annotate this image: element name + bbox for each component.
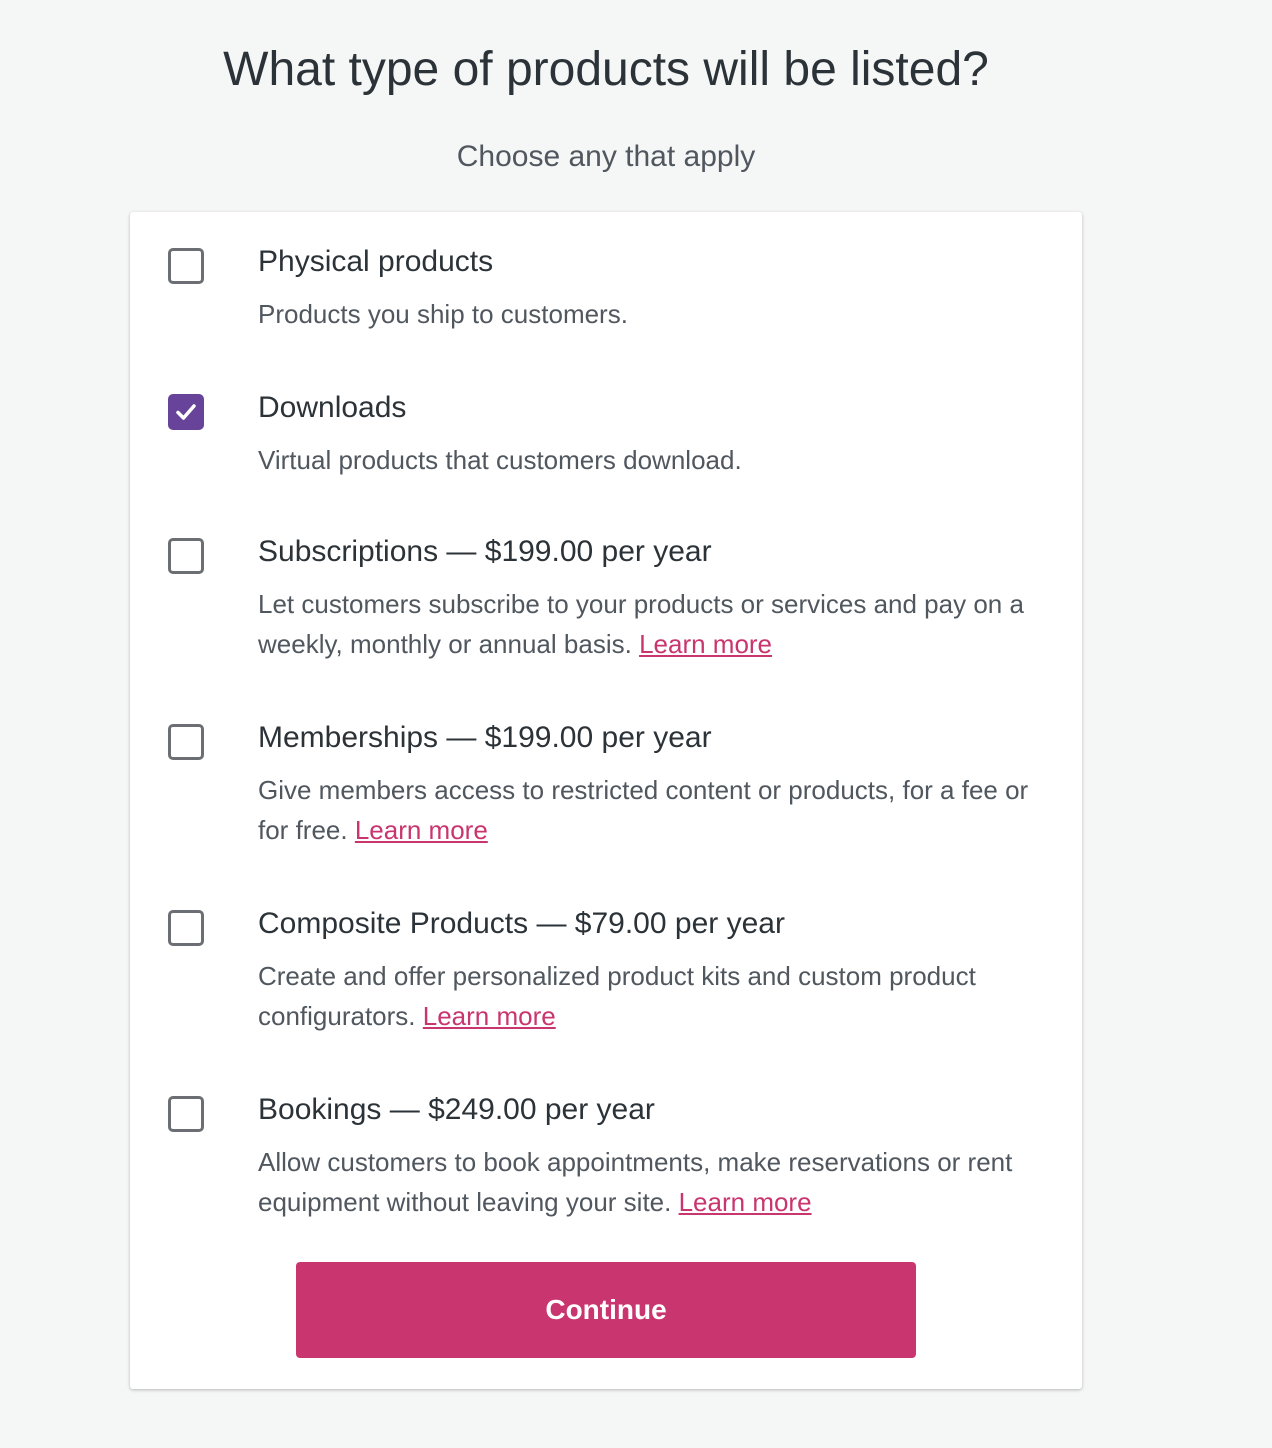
continue-button[interactable]: Continue bbox=[296, 1262, 916, 1358]
product-types-card: Physical products Products you ship to c… bbox=[130, 212, 1082, 1389]
learn-more-link-composite-products[interactable]: Learn more bbox=[423, 1001, 556, 1031]
option-title: Composite Products — $79.00 per year bbox=[258, 907, 785, 940]
option-title: Bookings — $249.00 per year bbox=[258, 1093, 655, 1126]
option-title: Memberships — $199.00 per year bbox=[258, 721, 712, 754]
learn-more-link-subscriptions[interactable]: Learn more bbox=[639, 629, 772, 659]
checkbox-physical-products[interactable] bbox=[168, 248, 204, 284]
option-description: Create and offer personalized product ki… bbox=[258, 961, 976, 1031]
checkbox-downloads[interactable] bbox=[168, 394, 204, 430]
option-description: Products you ship to customers. bbox=[258, 299, 628, 329]
checkbox-composite-products[interactable] bbox=[168, 910, 204, 946]
option-description: Give members access to restricted conten… bbox=[258, 775, 1029, 845]
page-title: What type of products will be listed? bbox=[223, 43, 989, 96]
checkbox-bookings[interactable] bbox=[168, 1096, 204, 1132]
learn-more-link-memberships[interactable]: Learn more bbox=[355, 815, 488, 845]
option-title: Subscriptions — $199.00 per year bbox=[258, 535, 712, 568]
option-title: Physical products bbox=[258, 245, 494, 278]
checkmark-icon bbox=[176, 404, 196, 420]
page-subtitle: Choose any that apply bbox=[456, 140, 756, 173]
checkbox-subscriptions[interactable] bbox=[168, 538, 204, 574]
option-title: Downloads bbox=[258, 391, 407, 424]
checkbox-memberships[interactable] bbox=[168, 724, 204, 760]
option-description: Let customers subscribe to your products… bbox=[258, 589, 1024, 659]
learn-more-link-bookings[interactable]: Learn more bbox=[679, 1187, 812, 1217]
option-description: Allow customers to book appointments, ma… bbox=[258, 1147, 1013, 1217]
option-description: Virtual products that customers download… bbox=[258, 445, 742, 475]
